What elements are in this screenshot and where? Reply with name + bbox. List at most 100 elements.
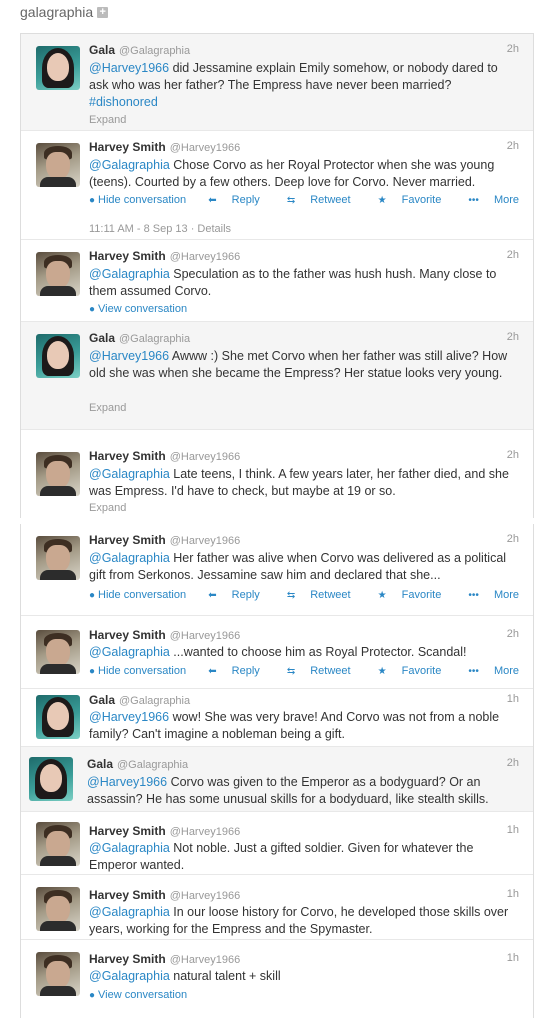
- mention-link[interactable]: @Galagraphia: [89, 969, 170, 983]
- author-handle[interactable]: @Harvey1966: [170, 451, 240, 463]
- expand-link[interactable]: Expand: [89, 402, 126, 414]
- tweet-time[interactable]: 2h: [507, 449, 519, 461]
- tweet-time[interactable]: 2h: [507, 140, 519, 152]
- author-name[interactable]: Gala: [89, 331, 115, 345]
- author-handle[interactable]: @Harvey1966: [170, 535, 240, 547]
- avatar[interactable]: [36, 452, 80, 496]
- author-handle[interactable]: @Harvey1966: [170, 826, 240, 838]
- avatar[interactable]: [36, 952, 80, 996]
- author-name[interactable]: Harvey Smith: [89, 449, 166, 463]
- mention-link[interactable]: @Harvey1966: [89, 710, 169, 724]
- mention-link[interactable]: @Harvey1966: [89, 61, 169, 75]
- tweet-item[interactable]: Harvey Smith @Harvey1966 1h @Galagraphia …: [21, 812, 533, 875]
- mention-link[interactable]: @Galagraphia: [89, 905, 170, 919]
- plus-square-icon[interactable]: +: [97, 6, 109, 18]
- author-handle[interactable]: @Galagraphia: [119, 695, 190, 707]
- tweet-time[interactable]: 2h: [507, 43, 519, 55]
- author-name[interactable]: Harvey Smith: [89, 249, 166, 263]
- hide-conversation-link[interactable]: ● Hide conversation: [89, 194, 186, 206]
- author-name[interactable]: Harvey Smith: [89, 824, 166, 838]
- tweet-item[interactable]: Harvey Smith @Harvey1966 2h @Galagraphia …: [21, 240, 533, 322]
- reply-button[interactable]: ⬅ Reply: [196, 194, 260, 206]
- retweet-button[interactable]: ⇆ Retweet: [275, 665, 351, 677]
- tweet-item[interactable]: Harvey Smith @Harvey1966 1h @Galagraphia …: [21, 940, 533, 1018]
- author-handle[interactable]: @Harvey1966: [170, 251, 240, 263]
- view-conversation-link[interactable]: ● View conversation: [89, 303, 187, 315]
- tweet-time[interactable]: 1h: [507, 824, 519, 836]
- tweet-time[interactable]: 2h: [507, 757, 519, 769]
- retweet-button[interactable]: ⇆ Retweet: [275, 194, 351, 206]
- reply-arrow-icon: ⬅: [208, 195, 217, 206]
- author-handle[interactable]: @Harvey1966: [170, 142, 240, 154]
- tweet-item[interactable]: Harvey Smith @Harvey1966 2h @Galagraphia …: [21, 430, 533, 518]
- author-handle[interactable]: @Harvey1966: [170, 890, 240, 902]
- tweet-time[interactable]: 1h: [507, 693, 519, 705]
- avatar[interactable]: [36, 334, 80, 378]
- star-icon: ★: [377, 590, 387, 601]
- author-name[interactable]: Gala: [89, 693, 115, 707]
- favorite-button[interactable]: ★ Favorite: [366, 194, 442, 206]
- retweet-icon: ⇆: [286, 195, 296, 206]
- avatar[interactable]: [36, 46, 80, 90]
- author-name[interactable]: Harvey Smith: [89, 952, 166, 966]
- tweet-time[interactable]: 2h: [507, 533, 519, 545]
- expand-link[interactable]: Expand: [89, 502, 126, 514]
- avatar[interactable]: [36, 143, 80, 187]
- reply-button[interactable]: ⬅ Reply: [196, 589, 260, 601]
- mention-link[interactable]: @Galagraphia: [89, 841, 170, 855]
- hide-conversation-link[interactable]: ● Hide conversation: [89, 589, 186, 601]
- tweet-item[interactable]: Harvey Smith @Harvey1966 2h @Galagraphia …: [21, 524, 533, 616]
- tweet-item[interactable]: Gala @Galagraphia 2h @Harvey1966 Awww :) …: [21, 322, 533, 430]
- tweet-time[interactable]: 2h: [507, 331, 519, 343]
- retweet-button[interactable]: ⇆ Retweet: [275, 589, 351, 601]
- mention-link[interactable]: @Galagraphia: [89, 467, 170, 481]
- mention-link[interactable]: @Galagraphia: [89, 645, 170, 659]
- avatar[interactable]: [36, 630, 80, 674]
- author-handle[interactable]: @Galagraphia: [117, 759, 188, 771]
- avatar[interactable]: [36, 887, 80, 931]
- avatar[interactable]: [36, 822, 80, 866]
- mention-link[interactable]: @Galagraphia: [89, 267, 170, 281]
- tweet-item[interactable]: Gala @Galagraphia 1h @Harvey1966 wow! She…: [21, 689, 533, 747]
- more-button[interactable]: ••• More: [456, 194, 519, 206]
- mention-link[interactable]: @Galagraphia: [89, 551, 170, 565]
- tweet-time[interactable]: 2h: [507, 628, 519, 640]
- tweet-item[interactable]: Harvey Smith @Harvey1966 2h @Galagraphia …: [21, 624, 533, 689]
- tweet-text: @Galagraphia natural talent + skill: [89, 969, 281, 983]
- mention-link[interactable]: @Harvey1966: [87, 775, 167, 789]
- tweet-timestamp-details[interactable]: 11:11 AM - 8 Sep 13 · Details: [89, 223, 231, 235]
- avatar[interactable]: [36, 695, 80, 739]
- author-name[interactable]: Gala: [87, 757, 113, 771]
- expand-link[interactable]: Expand: [89, 114, 126, 126]
- tweet-time[interactable]: 1h: [507, 952, 519, 964]
- favorite-button[interactable]: ★ Favorite: [366, 589, 442, 601]
- hashtag-link[interactable]: #dishonored: [89, 95, 158, 109]
- avatar[interactable]: [29, 757, 73, 801]
- view-conversation-link[interactable]: ● View conversation: [89, 989, 187, 1001]
- reply-button[interactable]: ⬅ Reply: [196, 665, 260, 677]
- mention-link[interactable]: @Galagraphia: [89, 158, 170, 172]
- author-name[interactable]: Harvey Smith: [89, 533, 166, 547]
- tweet-item[interactable]: Gala @Galagraphia 2h @Harvey1966 Corvo wa…: [21, 747, 533, 812]
- mention-link[interactable]: @Harvey1966: [89, 349, 169, 363]
- author-name[interactable]: Harvey Smith: [89, 888, 166, 902]
- tweet-time[interactable]: 1h: [507, 888, 519, 900]
- more-button[interactable]: ••• More: [456, 589, 519, 601]
- author-name[interactable]: Gala: [89, 43, 115, 57]
- avatar[interactable]: [36, 252, 80, 296]
- profile-username[interactable]: galagraphia: [20, 4, 93, 20]
- author-name[interactable]: Harvey Smith: [89, 140, 166, 154]
- author-handle[interactable]: @Galagraphia: [119, 45, 190, 57]
- author-handle[interactable]: @Galagraphia: [119, 333, 190, 345]
- tweet-item[interactable]: Harvey Smith @Harvey1966 2h @Galagraphia …: [21, 131, 533, 240]
- tweet-item[interactable]: Gala @Galagraphia 2h @Harvey1966 did Jess…: [21, 34, 533, 131]
- tweet-time[interactable]: 2h: [507, 249, 519, 261]
- favorite-button[interactable]: ★ Favorite: [366, 665, 442, 677]
- more-button[interactable]: ••• More: [456, 665, 519, 677]
- author-handle[interactable]: @Harvey1966: [170, 630, 240, 642]
- hide-conversation-link[interactable]: ● Hide conversation: [89, 665, 186, 677]
- avatar[interactable]: [36, 536, 80, 580]
- tweet-item[interactable]: Harvey Smith @Harvey1966 1h @Galagraphia …: [21, 875, 533, 940]
- author-handle[interactable]: @Harvey1966: [170, 954, 240, 966]
- author-name[interactable]: Harvey Smith: [89, 628, 166, 642]
